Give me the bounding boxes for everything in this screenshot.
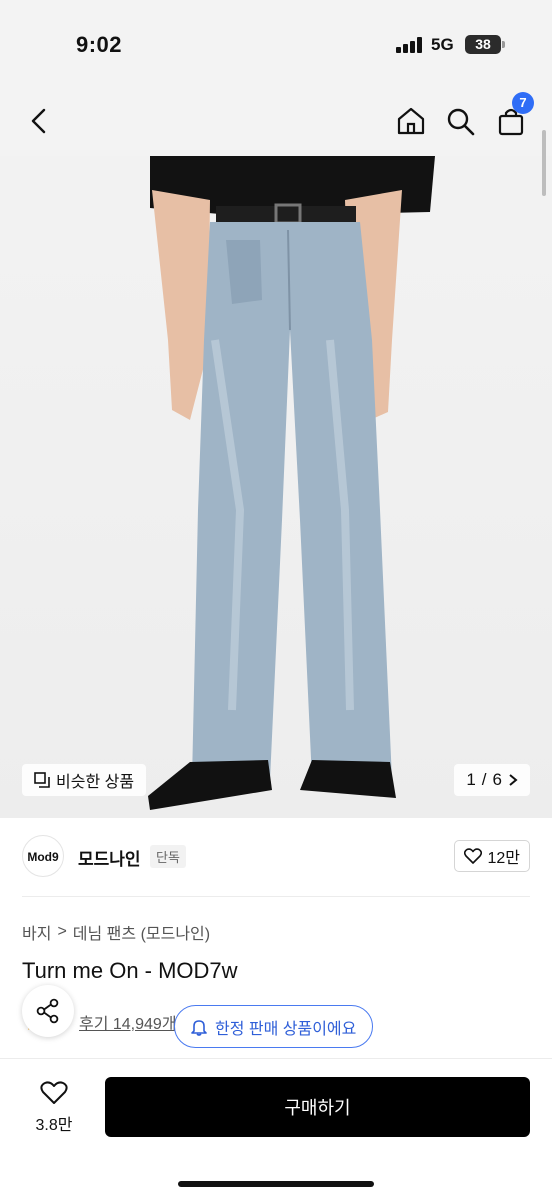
home-icon — [397, 107, 425, 135]
jeans-model-photo — [148, 156, 435, 810]
brand-like-button[interactable]: 12만 — [454, 840, 530, 872]
scrollbar[interactable] — [542, 130, 546, 196]
share-button[interactable] — [22, 985, 74, 1037]
limited-sale-notice[interactable]: 한정 판매 상품이에요 — [174, 1005, 374, 1048]
battery-icon: 38 — [465, 35, 501, 54]
similar-products-button[interactable]: 비슷한 상품 — [22, 764, 147, 796]
divider — [22, 896, 530, 897]
breadcrumb: 바지 > 데님 팬츠 (모드나인) — [22, 920, 210, 944]
brand-name[interactable]: 모드나인 — [78, 845, 141, 870]
signal-icon — [396, 37, 422, 53]
page-current: 1 — [466, 770, 476, 789]
status-time: 9:02 — [76, 32, 123, 57]
search-button[interactable] — [443, 104, 477, 138]
cart-count-badge: 7 — [512, 92, 534, 114]
limited-sale-label: 한정 판매 상품이에요 — [215, 1020, 357, 1038]
chevron-left-icon — [31, 108, 46, 134]
battery-tip — [502, 41, 505, 48]
heart-icon — [40, 1081, 68, 1104]
bell-icon — [191, 1019, 207, 1036]
exclusive-badge: 단독 — [150, 845, 186, 868]
brand-row[interactable]: Mod9 모드나인 단독 12만 — [22, 832, 530, 882]
cart-button[interactable]: 7 — [494, 92, 534, 138]
breadcrumb-subcategory[interactable]: 데님 팬츠 (모드나인) — [73, 920, 210, 944]
page-separator: / — [481, 770, 487, 789]
search-icon — [447, 108, 475, 136]
product-title: Turn me On - MOD7w — [22, 958, 238, 983]
buy-button[interactable]: 구매하기 — [105, 1077, 530, 1137]
bottom-action-bar: 3.8만 구매하기 — [0, 1058, 552, 1200]
breadcrumb-category[interactable]: 바지 — [22, 920, 51, 944]
home-button[interactable] — [394, 104, 428, 138]
status-bar: 9:02 5G 38 — [0, 0, 552, 90]
similar-products-label: 비슷한 상품 — [56, 774, 135, 791]
brand-logo[interactable]: Mod9 — [22, 835, 64, 877]
product-image[interactable] — [0, 90, 552, 818]
image-page-indicator[interactable]: 1 / 6 — [454, 764, 530, 796]
chevron-right-icon — [509, 774, 518, 786]
wishlist-button[interactable]: 3.8만 — [22, 1081, 86, 1141]
brand-like-count: 12만 — [487, 850, 520, 867]
wishlist-count: 3.8만 — [35, 1117, 73, 1134]
review-link[interactable]: 후기 14,949개 — [79, 1010, 177, 1034]
back-button[interactable] — [22, 104, 56, 138]
share-icon — [36, 998, 59, 1024]
nav-bar: 7 — [0, 90, 552, 156]
page-total: 6 — [492, 770, 502, 789]
network-type: 5G — [431, 35, 454, 54]
home-indicator[interactable] — [178, 1181, 374, 1187]
copy-icon — [34, 772, 50, 788]
heart-icon — [464, 848, 483, 864]
breadcrumb-separator: > — [57, 923, 67, 940]
